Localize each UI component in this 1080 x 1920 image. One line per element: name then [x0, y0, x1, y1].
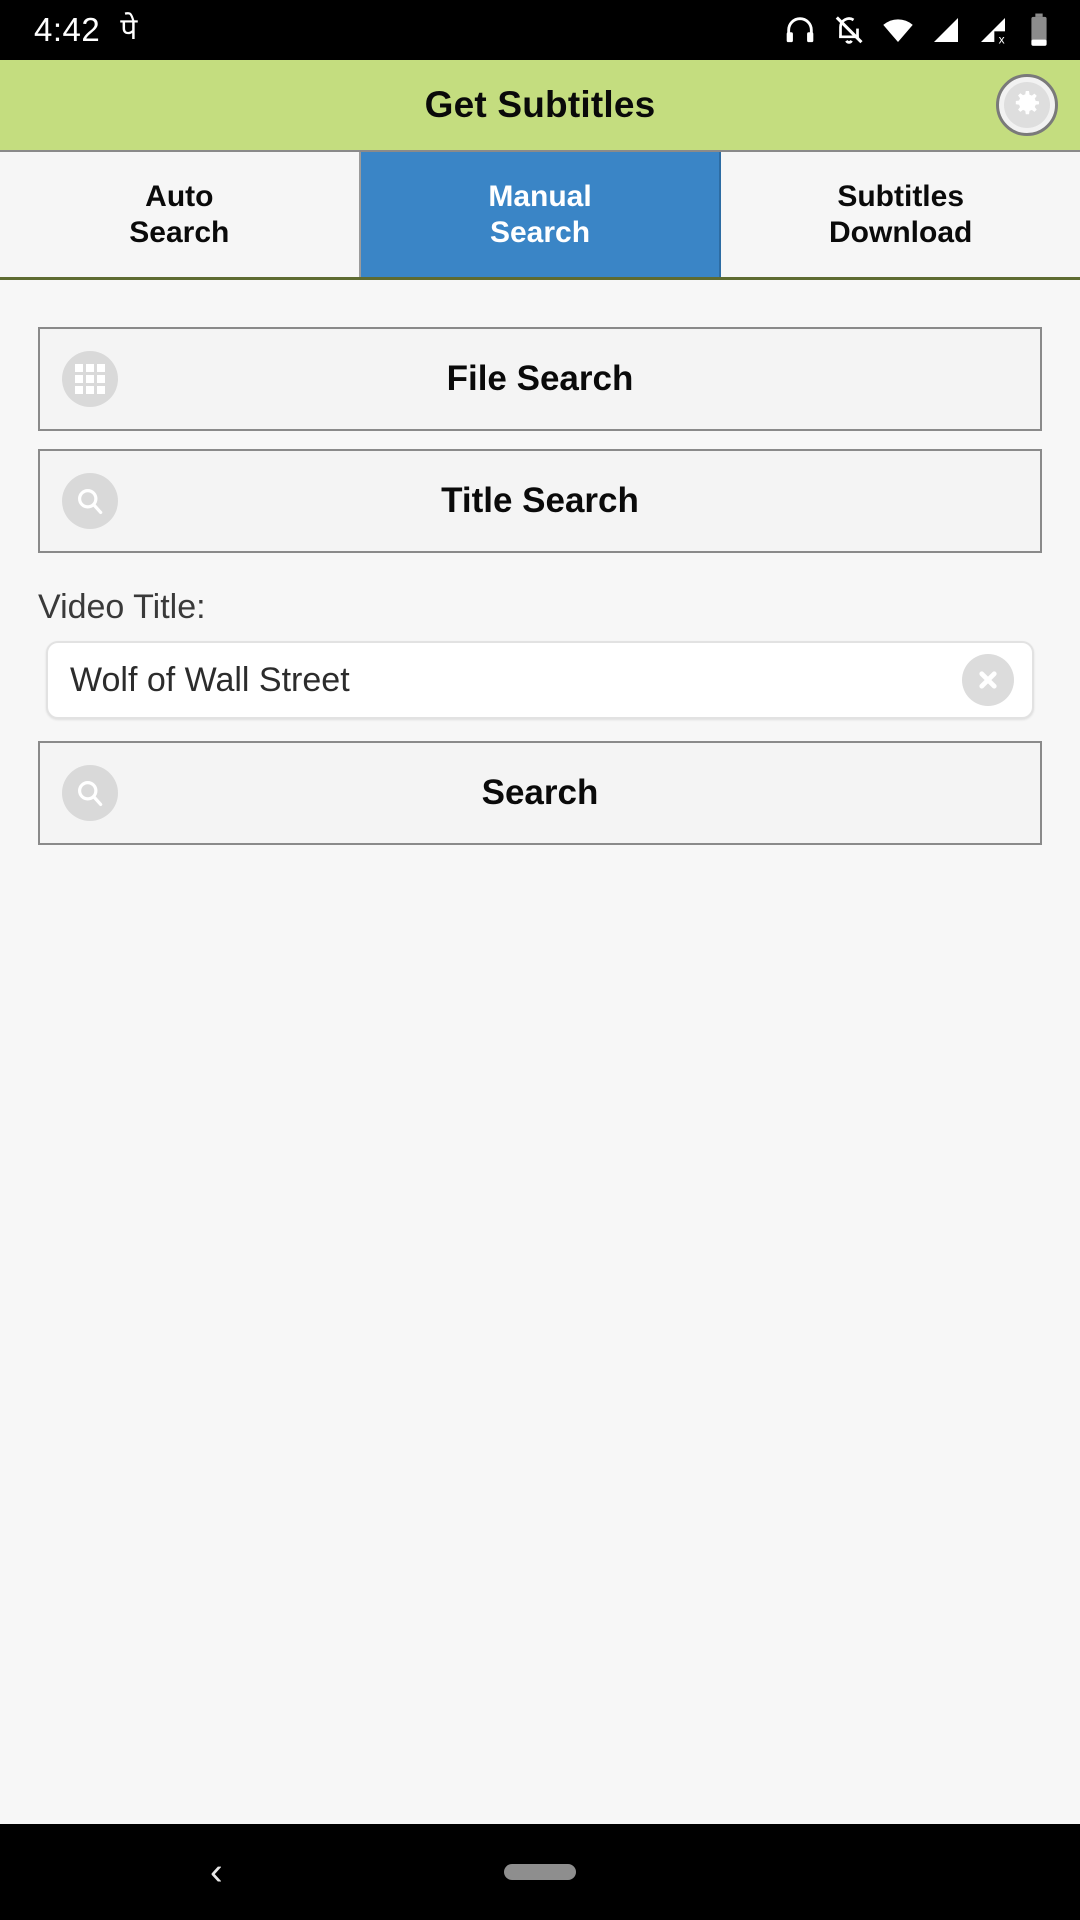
tab-manual-search-line1: Manual — [488, 180, 592, 214]
tab-bar: Auto Search Manual Search Subtitles Down… — [0, 150, 1080, 280]
search-button[interactable]: Search — [38, 741, 1042, 845]
tab-manual-search[interactable]: Manual Search — [360, 152, 722, 277]
gear-icon — [1011, 87, 1043, 124]
battery-icon — [1024, 13, 1054, 47]
grid-icon — [62, 351, 118, 407]
tab-auto-search-line1: Auto — [145, 180, 214, 214]
video-title-label: Video Title: — [38, 588, 206, 626]
home-pill-button[interactable] — [504, 1864, 576, 1880]
settings-button-inner — [1004, 82, 1050, 128]
signal-no-sim-icon: x — [977, 14, 1009, 46]
svg-text:x: x — [999, 32, 1005, 46]
status-bar: 4:42 पे x — [0, 0, 1080, 60]
ime-indicator-icon: पे — [120, 13, 138, 46]
tab-auto-search[interactable]: Auto Search — [0, 152, 361, 277]
signal-bar-icon — [930, 14, 962, 46]
status-bar-left: 4:42 पे — [34, 11, 137, 49]
grid-icon-cells — [75, 364, 105, 394]
grid-cell — [86, 364, 94, 372]
search-button-label: Search — [481, 773, 599, 812]
file-search-label: File Search — [446, 359, 634, 398]
title-search-button[interactable]: Title Search — [38, 449, 1042, 553]
status-bar-right: x — [783, 13, 1054, 47]
grid-cell — [75, 364, 83, 372]
main-content: File Search Title Search Video Title: Wo… — [0, 280, 1080, 1824]
status-clock: 4:42 — [34, 11, 101, 48]
grid-cell — [97, 375, 105, 383]
wifi-icon — [881, 13, 915, 47]
clear-icon[interactable] — [962, 654, 1014, 706]
title-search-label: Title Search — [441, 481, 639, 520]
settings-button[interactable] — [996, 74, 1058, 136]
grid-cell — [75, 386, 83, 394]
tab-manual-search-line2: Search — [489, 215, 591, 249]
grid-cell — [86, 375, 94, 383]
tab-subtitles-download-line2: Download — [829, 215, 973, 249]
tab-subtitles-download-line1: Subtitles — [837, 180, 965, 214]
search-icon — [62, 473, 118, 529]
headphones-icon — [783, 13, 817, 47]
app-screen: 4:42 पे x Get Subtitles Auto Search Manu… — [0, 0, 1080, 1920]
back-button-icon[interactable]: ‹ — [210, 1853, 223, 1891]
video-title-input[interactable]: Wolf of Wall Street — [46, 641, 1034, 719]
video-title-value: Wolf of Wall Street — [70, 660, 350, 699]
app-header: Get Subtitles — [0, 60, 1080, 150]
tab-auto-search-line2: Search — [129, 215, 230, 249]
grid-cell — [86, 386, 94, 394]
search-icon — [62, 765, 118, 821]
system-nav-bar: ‹ — [0, 1824, 1080, 1920]
tab-subtitles-download[interactable]: Subtitles Download — [721, 152, 1080, 277]
page-title: Get Subtitles — [424, 84, 656, 125]
grid-cell — [97, 386, 105, 394]
grid-cell — [75, 375, 83, 383]
grid-cell — [97, 364, 105, 372]
file-search-button[interactable]: File Search — [38, 327, 1042, 431]
notifications-off-icon — [832, 13, 866, 47]
